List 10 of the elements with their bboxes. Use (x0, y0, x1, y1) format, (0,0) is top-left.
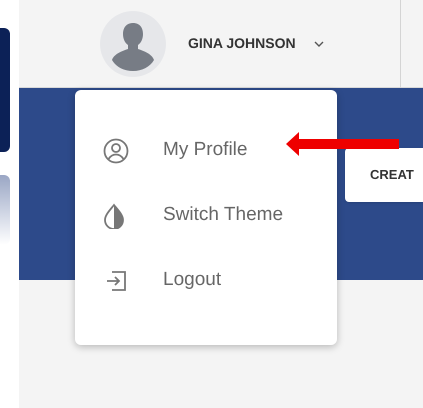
create-button[interactable]: CREAT (345, 148, 423, 202)
user-circle-icon (103, 138, 129, 164)
menu-item[interactable]: Logout (163, 266, 222, 295)
user-name[interactable]: GINA JOHNSON (188, 33, 296, 54)
contrast-icon (103, 202, 125, 228)
chevron-down-icon[interactable] (314, 40, 324, 46)
menu-item[interactable]: Switch Theme (163, 201, 284, 230)
menu-item[interactable]: My Profile (163, 136, 248, 165)
avatar-icon[interactable] (100, 10, 166, 76)
sidebar-card (0, 175, 10, 245)
